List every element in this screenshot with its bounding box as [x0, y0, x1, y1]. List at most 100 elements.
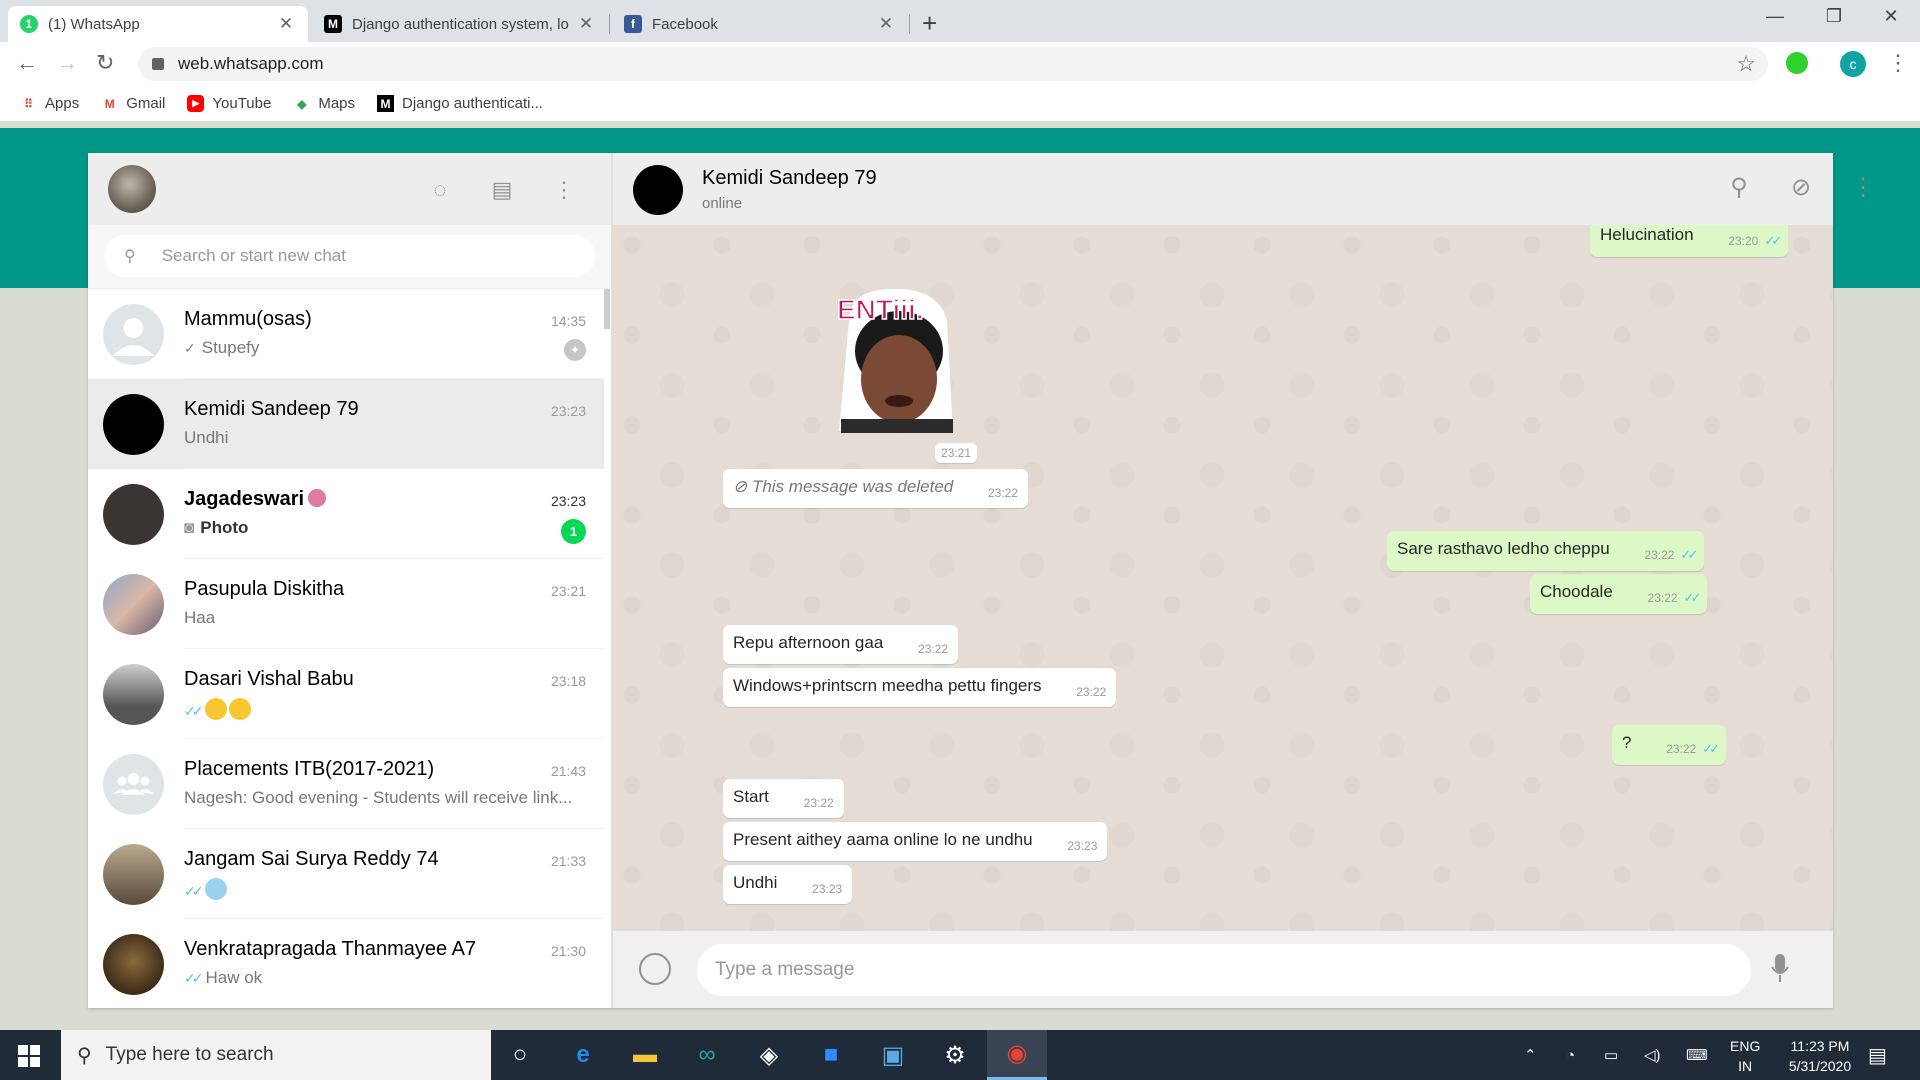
sticker-image[interactable]: ENTiii. — [829, 281, 977, 436]
close-icon[interactable]: ✕ — [276, 14, 296, 34]
message-incoming[interactable]: Undhi 23:23 — [723, 865, 853, 904]
notifications-icon[interactable]: ▤ — [1868, 1030, 1887, 1080]
sidebar-scrollbar[interactable] — [604, 289, 610, 329]
message-outgoing[interactable]: Choodale 23:22 ✓✓ — [1530, 574, 1708, 614]
chat-time: 21:43 — [550, 763, 586, 779]
file-explorer-icon[interactable]: ▬ — [615, 1030, 675, 1080]
back-button[interactable]: ← — [16, 50, 38, 76]
language-indicator[interactable]: ENG IN — [1730, 1036, 1760, 1076]
chat-preview: Nagesh: Good evening - Students will rec… — [184, 788, 573, 807]
message-text: Choodale — [1540, 582, 1613, 601]
close-icon[interactable]: ✕ — [576, 14, 596, 34]
photos-icon[interactable]: ▣ — [863, 1030, 923, 1080]
dropbox-icon[interactable]: ◈ — [739, 1030, 799, 1080]
message-incoming[interactable]: Repu afternoon gaa 23:22 — [723, 625, 959, 664]
show-hidden-icons[interactable]: ⌃ — [1524, 1030, 1537, 1080]
contact-avatar[interactable] — [633, 165, 683, 215]
close-icon[interactable]: ✕ — [876, 14, 896, 34]
bookmark-youtube[interactable]: ▶ YouTube — [187, 95, 271, 112]
minimize-button[interactable]: — — [1750, 6, 1800, 27]
tab-whatsapp[interactable]: 1 (1) WhatsApp ✕ — [8, 6, 308, 42]
menu-icon[interactable]: ⋮ — [1847, 173, 1879, 202]
message-outgoing[interactable]: Helucination 23:20 ✓✓ — [1590, 225, 1789, 257]
message-area: Helucination 23:20 ✓✓ ENTiii. 23:21 ⊘ Thi… — [612, 225, 1833, 931]
restore-button[interactable]: ❐ — [1809, 6, 1859, 27]
unread-badge: 1 — [561, 519, 586, 544]
message-incoming[interactable]: Present aithey aama online lo ne undhu 2… — [723, 822, 1108, 861]
chat-item-pasupula[interactable]: Pasupula Diskitha 23:21 Haa — [88, 559, 604, 649]
profile-avatar[interactable]: c — [1840, 51, 1866, 77]
message-time: 23:23 — [1067, 839, 1098, 853]
chat-item-jagadeswari[interactable]: Jagadeswari 23:23 ◙ Photo 1 — [88, 469, 604, 559]
bookmark-label: Django authenticati... — [402, 95, 543, 112]
system-clock[interactable]: 11:23 PM 5/31/2020 — [1770, 1036, 1870, 1076]
message-time: 23:22 — [1647, 591, 1678, 605]
message-input[interactable]: Type a message — [697, 944, 1751, 996]
bookmark-gmail[interactable]: M Gmail — [101, 95, 166, 112]
chat-item-jangam[interactable]: Jangam Sai Surya Reddy 74 21:33 ✓✓ — [88, 829, 604, 919]
tab-django[interactable]: M Django authentication system, lo ✕ — [312, 6, 608, 42]
message-incoming[interactable]: Start 23:22 — [723, 779, 844, 818]
close-window-button[interactable]: ✕ — [1866, 6, 1916, 27]
message-time: 23:22 — [1644, 548, 1675, 562]
menu-icon[interactable]: ⋮ — [551, 177, 577, 203]
chat-item-kemidi[interactable]: Kemidi Sandeep 79 23:23 Undhi — [88, 379, 604, 469]
status-icon[interactable]: ◌ — [427, 177, 453, 203]
tab-facebook[interactable]: f Facebook ✕ — [612, 6, 908, 42]
volume-icon[interactable]: ◁) — [1644, 1030, 1661, 1080]
bookmark-django[interactable]: M Django authenticati... — [377, 95, 543, 112]
my-avatar[interactable] — [108, 165, 156, 213]
language-code: ENG — [1730, 1038, 1761, 1054]
conversation-header[interactable]: Kemidi Sandeep 79 online ⚲ ⊘ ⋮ — [612, 153, 1875, 225]
chat-item-placements[interactable]: Placements ITB(2017-2021) 21:43 Nagesh: … — [88, 739, 604, 829]
arduino-icon[interactable]: ∞ — [677, 1030, 737, 1080]
emoji-picker-icon[interactable] — [639, 953, 671, 985]
chat-preview: Undhi — [184, 428, 229, 447]
browser-menu-icon[interactable]: ⋮ — [1887, 50, 1909, 76]
tab-divider — [609, 14, 610, 34]
bookmark-apps[interactable]: ⠿ Apps — [20, 95, 79, 112]
reload-button[interactable]: ↻ — [96, 50, 114, 76]
chat-item-dasari[interactable]: Dasari Vishal Babu 23:18 ✓✓ — [88, 649, 604, 739]
zoom-icon[interactable]: ■ — [801, 1030, 861, 1080]
message-outgoing[interactable]: Sare rasthavo ledho cheppu 23:22 ✓✓ — [1387, 531, 1705, 571]
message-deleted[interactable]: ⊘ This message was deleted 23:22 — [723, 469, 1029, 508]
forward-button[interactable]: → — [56, 50, 78, 76]
chat-preview: ◙ Photo — [184, 518, 248, 538]
keyboard-icon[interactable]: ⌨ — [1686, 1030, 1708, 1080]
message-incoming[interactable]: Windows+printscrn meedha pettu fingers 2… — [723, 668, 1117, 707]
taskbar-search[interactable]: ⚲ Type here to search — [61, 1030, 491, 1080]
chat-item-venkratapragada[interactable]: Venkratapragada Thanmayee A7 21:30 ✓✓ Haw… — [88, 919, 604, 1008]
bookmark-maps[interactable]: ◆ Maps — [293, 95, 355, 112]
address-bar[interactable]: web.whatsapp.com ☆ — [138, 47, 1768, 81]
read-tick-icon: ✓✓ — [1764, 233, 1782, 248]
microphone-icon[interactable] — [1771, 953, 1789, 983]
message-outgoing[interactable]: ? 23:22 ✓✓ — [1612, 725, 1727, 765]
search-icon: ⚲ — [124, 248, 136, 265]
bookmark-label: Apps — [45, 95, 80, 112]
battery-icon[interactable]: ▭ — [1604, 1030, 1618, 1080]
sticker-caption: ENTiii. — [837, 294, 924, 325]
extension-icon[interactable] — [1786, 52, 1808, 74]
settings-gear-icon[interactable]: ⚙ — [925, 1030, 985, 1080]
search-input[interactable]: ⚲ Search or start new chat — [104, 235, 595, 277]
read-tick-icon: ✓✓ — [1683, 590, 1702, 605]
tab-divider — [909, 14, 910, 34]
tab-title: (1) WhatsApp — [48, 15, 140, 33]
chrome-icon[interactable]: ◉ — [987, 1030, 1047, 1080]
new-chat-icon[interactable]: ▤ — [489, 177, 515, 203]
new-tab-button[interactable]: + — [922, 8, 937, 39]
crying-emoji-icon — [205, 878, 228, 900]
chat-item-mammu[interactable]: Mammu(osas) 14:35 ✓ Stupefy ✦ — [88, 289, 604, 379]
bookmark-star-icon[interactable]: ☆ — [1736, 51, 1756, 77]
message-time: 23:22 — [1076, 685, 1107, 699]
edge-icon[interactable]: e — [553, 1030, 613, 1080]
cortana-icon[interactable]: ○ — [490, 1030, 550, 1080]
conversation-panel: Kemidi Sandeep 79 online ⚲ ⊘ ⋮ Helucinat… — [612, 153, 1875, 1008]
wifi-icon[interactable]: ◔ — [1566, 1030, 1575, 1080]
maps-icon: ◆ — [297, 96, 307, 111]
chat-time: 21:33 — [550, 853, 586, 869]
attach-icon[interactable]: ⊘ — [1785, 173, 1817, 202]
windows-start-icon[interactable] — [18, 1045, 40, 1067]
search-icon[interactable]: ⚲ — [1723, 173, 1755, 202]
